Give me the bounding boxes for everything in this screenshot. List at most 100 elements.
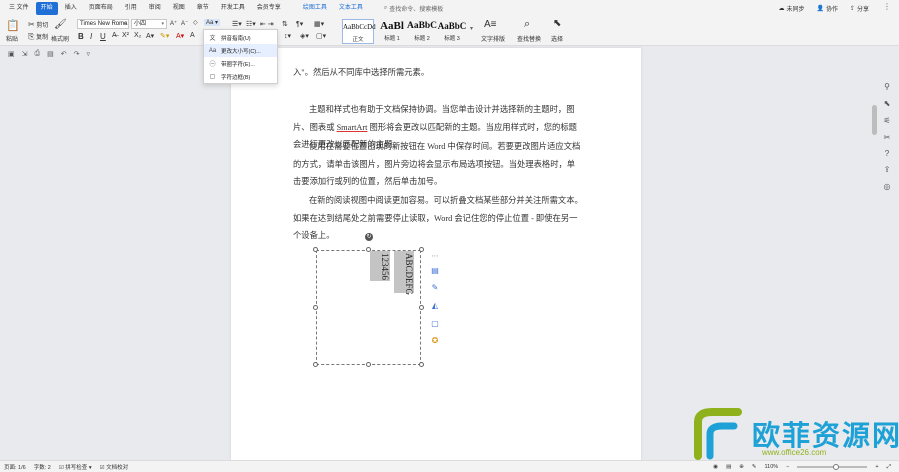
location-icon[interactable]: ◎ — [880, 182, 894, 191]
export-icon[interactable]: ⇲ — [22, 50, 28, 58]
subscript-button[interactable]: X₂ — [134, 32, 141, 39]
menu-item-enclosed-chars[interactable]: ㊀ 带圈字符(E)... — [204, 57, 277, 70]
tab-home[interactable]: 开始 — [35, 2, 58, 15]
sort-icon[interactable]: ⇅ — [282, 20, 288, 28]
menu-file[interactable]: 三 文件 — [4, 2, 34, 15]
tab-review[interactable]: 审阅 — [144, 2, 166, 15]
style-heading2[interactable]: AaBbC 标题 2 — [406, 19, 438, 44]
border-icon[interactable]: ▢▾ — [316, 32, 326, 40]
paste-button[interactable]: 粘贴 — [6, 34, 18, 43]
zoom-in-icon[interactable]: + — [875, 464, 878, 470]
tab-developer[interactable]: 开发工具 — [216, 2, 250, 15]
collapse-icon[interactable]: ⋯ — [428, 250, 442, 263]
outline-view-icon[interactable]: ✎ — [752, 464, 757, 470]
rotate-handle-icon[interactable]: ↻ — [365, 233, 373, 241]
menu-item-change-case[interactable]: Aa 更改大小写(C)... — [204, 44, 277, 57]
sync-button[interactable]: ☁ 未同步 — [778, 4, 804, 13]
resize-handle[interactable] — [366, 362, 371, 367]
customize-icon[interactable]: ▿ — [86, 50, 90, 58]
tab-member[interactable]: 会员专享 — [252, 2, 286, 15]
bold-button[interactable]: B — [78, 32, 84, 41]
textbox-column-letters[interactable]: ABCDEFG — [394, 251, 414, 295]
help-icon[interactable]: ? — [880, 149, 894, 158]
shading-icon[interactable]: ◈▾ — [300, 32, 309, 40]
font-name-select[interactable]: Times New Roma ▾ — [77, 19, 129, 29]
more-options-icon[interactable]: ⋮ — [883, 2, 891, 11]
outline-icon[interactable]: ▢ — [428, 317, 442, 330]
fit-icon[interactable]: ⤢ — [887, 464, 891, 471]
paste-icon[interactable]: 📋 — [6, 19, 20, 32]
vertical-scrollbar[interactable] — [871, 75, 878, 455]
redo-icon[interactable]: ↷ — [74, 50, 80, 58]
scissors-icon[interactable]: ✂ — [880, 133, 894, 142]
resize-handle[interactable] — [313, 305, 318, 310]
tab-references[interactable]: 引用 — [120, 2, 142, 15]
cursor-icon[interactable]: ⬉ — [553, 18, 561, 29]
style-heading1[interactable]: AaBl 标题 1 — [376, 19, 408, 44]
textbox-column-numbers[interactable]: 123456 — [370, 251, 390, 281]
copy-button[interactable]: ⎘ 复制 — [28, 32, 48, 42]
format-painter-icon[interactable]: 🖌 — [54, 19, 67, 30]
style-normal[interactable]: AaBbCcDd 正文 — [342, 19, 376, 44]
zoom-slider[interactable] — [797, 464, 868, 470]
change-case-button[interactable]: Aa ▾ — [204, 19, 221, 26]
text-effect-button[interactable]: A▾ — [146, 32, 154, 40]
resize-handle[interactable] — [419, 305, 424, 310]
text-layout-icon[interactable]: A≡ — [484, 19, 497, 30]
resize-handle[interactable] — [419, 362, 424, 367]
command-search[interactable]: ⌕ 查找命令、搜索模板 — [384, 4, 443, 13]
collaborate-button[interactable]: 👤 协作 — [816, 4, 838, 13]
share-icon[interactable]: ⇪ — [880, 165, 894, 174]
bullets-icon[interactable]: ☰▾ — [232, 20, 242, 28]
select-icon[interactable]: ⬉ — [880, 99, 894, 108]
word-count[interactable]: 字数: 2 — [34, 463, 51, 471]
select-button[interactable]: 选择 — [551, 34, 563, 43]
adjust-icon[interactable]: ⚟ — [880, 116, 894, 125]
numbering-icon[interactable]: ☷▾ — [246, 20, 256, 28]
scrollbar-thumb[interactable] — [872, 105, 877, 135]
zoom-slider-knob[interactable] — [832, 464, 839, 470]
char-shading-button[interactable]: A — [190, 32, 195, 39]
find-replace-icon[interactable]: ⌕ — [524, 18, 530, 31]
tab-view[interactable]: 视图 — [168, 2, 190, 15]
layout-options-icon[interactable]: ▤ — [428, 264, 442, 277]
idea-icon[interactable]: ✪ — [428, 334, 442, 347]
tab-page-layout[interactable]: 页面布局 — [84, 2, 118, 15]
fill-icon[interactable]: ◭ — [428, 299, 442, 312]
strikethrough-button[interactable]: A̶ — [112, 32, 117, 39]
format-painter-button[interactable]: 格式刷 — [51, 34, 69, 43]
superscript-button[interactable]: X² — [122, 32, 129, 39]
tab-drawing-tools[interactable]: 绘图工具 — [298, 2, 332, 15]
style-heading3[interactable]: AaBbC 标题 3 — [436, 19, 468, 44]
undo-icon[interactable]: ↶ — [61, 50, 67, 58]
font-size-select[interactable]: 小四 ▾ — [131, 19, 167, 29]
indent-icon[interactable]: ⇤ ⇥ — [260, 20, 274, 28]
font-color-button[interactable]: A▾ — [176, 32, 184, 40]
save-icon[interactable]: ▣ — [8, 50, 15, 58]
pen-icon[interactable]: ✎ — [428, 281, 442, 294]
spell-check[interactable]: ☑ 拼写检查 ▾ — [59, 463, 92, 471]
tab-text-tools[interactable]: 文本工具 — [334, 2, 368, 15]
highlight-button[interactable]: ✎▾ — [160, 32, 169, 40]
show-marks-icon[interactable]: ¶▾ — [296, 20, 303, 28]
text-layout-button[interactable]: 文字排版 — [481, 34, 505, 43]
eye-icon[interactable]: ◉ — [713, 464, 718, 470]
zoom-out-icon[interactable]: − — [786, 464, 789, 470]
tab-sections[interactable]: 章节 — [192, 2, 214, 15]
proofreading[interactable]: ☑ 文档校对 — [100, 463, 128, 471]
share-button[interactable]: ⇪ 分享 — [850, 4, 869, 13]
table-icon[interactable]: ▦▾ — [314, 20, 324, 28]
menu-item-char-border[interactable]: ▢ 字符边框(B) — [204, 70, 277, 83]
grow-font-icon[interactable]: A⁺ — [170, 20, 177, 27]
cut-button[interactable]: ✂ 剪切 — [28, 20, 48, 30]
italic-button[interactable]: I — [90, 32, 92, 41]
pin-icon[interactable]: ⚲ — [880, 82, 894, 91]
styles-more-icon[interactable]: ▾ — [470, 25, 473, 32]
resize-handle[interactable] — [313, 362, 318, 367]
underline-button[interactable]: U — [100, 32, 106, 41]
clear-format-icon[interactable]: ◇ — [193, 19, 198, 26]
print-icon[interactable]: ⎙ — [35, 50, 41, 58]
resize-handle[interactable] — [419, 247, 424, 252]
web-view-icon[interactable]: ⊕ — [739, 464, 744, 470]
page-count[interactable]: 页面: 1/6 — [4, 463, 26, 471]
